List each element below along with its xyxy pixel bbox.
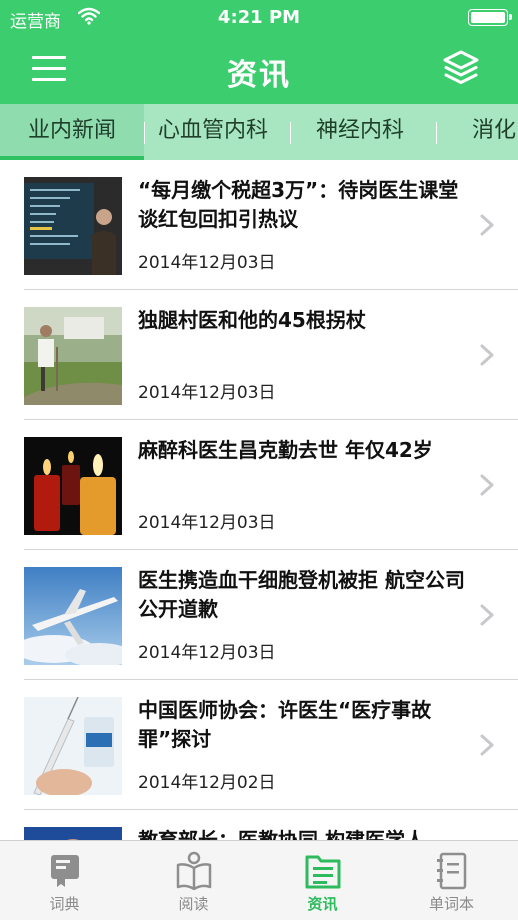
news-item[interactable]: 麻醉科医生昌克勤去世 年仅42岁 2014年12月03日 [0, 420, 518, 550]
village-doctor-thumbnail [24, 307, 122, 405]
bottom-tab-label: 单词本 [428, 895, 474, 913]
chevron-right-icon [480, 604, 494, 626]
wordbook-icon [437, 852, 467, 890]
bottom-tab-label: 阅读 [178, 895, 209, 913]
news-title: 教育部长：医教协同 构建医学人 [138, 828, 425, 840]
chevron-right-icon [480, 344, 494, 366]
news-folder-icon [305, 855, 341, 889]
status-bar: 运营商 4:21 PM [0, 0, 518, 36]
lecture-thumbnail [24, 177, 122, 275]
airplane-thumbnail [24, 567, 122, 665]
tab-gastro[interactable]: 消化 [472, 104, 516, 160]
tab-cardiology[interactable]: 心血管内科 [158, 104, 268, 160]
bottom-tab-label: 资讯 [307, 895, 338, 913]
chevron-right-icon [480, 214, 494, 236]
news-title: 独腿村医和他的45根拐杖 [138, 308, 366, 332]
news-item[interactable]: “每月缴个税超3万”：待岗医生课堂谈红包回扣引热议 2014年12月03日 [0, 160, 518, 290]
chevron-right-icon [480, 734, 494, 756]
news-date: 2014年12月02日 [138, 773, 276, 793]
tab-separator [144, 122, 145, 144]
news-title: 中国医师协会：许医生“医疗事故罪”探讨 [138, 698, 432, 751]
category-tabs: 业内新闻 心血管内科 神经内科 消化 [0, 104, 518, 160]
news-list: “每月缴个税超3万”：待岗医生课堂谈红包回扣引热议 2014年12月03日 独腿… [0, 160, 518, 840]
news-date: 2014年12月03日 [138, 513, 276, 533]
bottom-tab-reading[interactable]: 阅读 [129, 841, 258, 920]
news-item[interactable]: 医生携造血干细胞登机被拒 航空公司公开道歉 2014年12月03日 [0, 550, 518, 680]
syringe-thumbnail [24, 697, 122, 795]
news-item[interactable]: 教育部长：医教协同 构建医学人 [0, 810, 518, 840]
news-item[interactable]: 中国医师协会：许医生“医疗事故罪”探讨 2014年12月02日 [0, 680, 518, 810]
news-title: 麻醉科医生昌克勤去世 年仅42岁 [138, 438, 433, 462]
news-title: 医生携造血干细胞登机被拒 航空公司公开道歉 [138, 568, 465, 621]
news-title: “每月缴个税超3万”：待岗医生课堂谈红包回扣引热议 [138, 178, 459, 231]
portrait-thumbnail [24, 827, 122, 840]
candles-thumbnail [24, 437, 122, 535]
bottom-tab-dictionary[interactable]: 词典 [0, 841, 129, 920]
nav-bar: 资讯 [0, 36, 518, 104]
news-date: 2014年12月03日 [138, 383, 276, 403]
bottom-tab-label: 词典 [49, 895, 80, 913]
reading-icon [176, 851, 212, 891]
news-item[interactable]: 独腿村医和他的45根拐杖 2014年12月03日 [0, 290, 518, 420]
news-date: 2014年12月03日 [138, 253, 276, 273]
bottom-tab-bar: 词典 阅读 资讯 单词本 [0, 840, 518, 920]
page-title: 资讯 [227, 58, 291, 93]
header: 运营商 4:21 PM 资讯 [0, 0, 518, 104]
bottom-tab-news[interactable]: 资讯 [258, 841, 387, 920]
tab-separator [290, 122, 291, 144]
layers-icon[interactable] [442, 49, 480, 87]
status-time: 4:21 PM [217, 7, 301, 28]
bottom-tab-wordbook[interactable]: 单词本 [387, 841, 516, 920]
tab-separator [436, 122, 437, 144]
dictionary-icon [51, 855, 79, 887]
tab-neurology[interactable]: 神经内科 [316, 104, 404, 160]
news-date: 2014年12月03日 [138, 643, 276, 663]
chevron-right-icon [480, 474, 494, 496]
tab-industry-news[interactable]: 业内新闻 [0, 104, 144, 160]
battery-icon [468, 9, 512, 26]
